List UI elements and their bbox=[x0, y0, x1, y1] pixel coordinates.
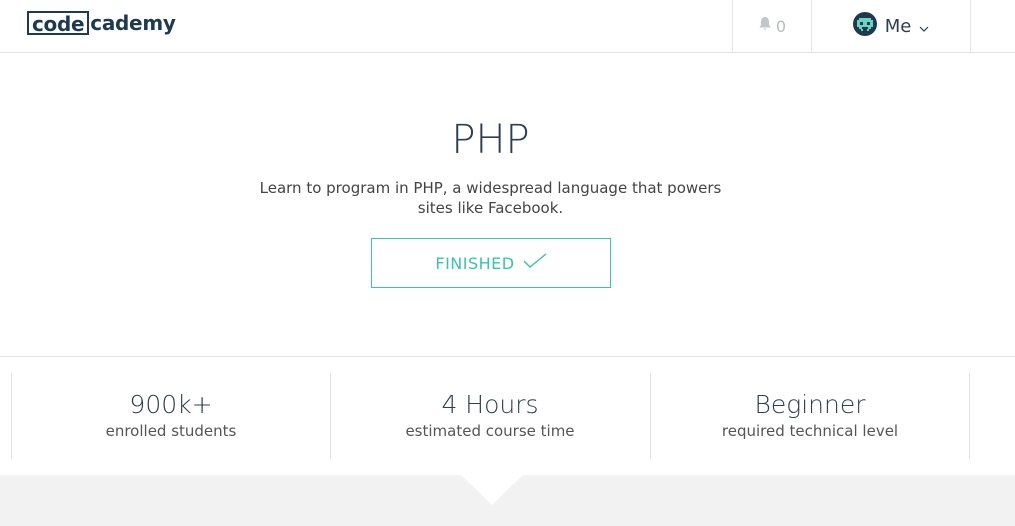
codecademy-logo[interactable]: code cademy bbox=[27, 8, 176, 38]
stat-value: Beginner bbox=[754, 390, 866, 419]
logo-text: cademy bbox=[90, 11, 176, 35]
stat-level: Beginner required technical level bbox=[651, 388, 969, 440]
notifications-count: 0 bbox=[775, 16, 787, 36]
logo-boxed-text: code bbox=[27, 11, 90, 35]
bell-icon bbox=[758, 16, 772, 36]
stat-label: estimated course time bbox=[405, 422, 575, 440]
stat-value: 4 Hours bbox=[441, 390, 539, 419]
stat-label: enrolled students bbox=[105, 422, 237, 440]
stat-value: 900k+ bbox=[129, 390, 213, 419]
checkmark-icon bbox=[523, 253, 547, 273]
stat-label: required technical level bbox=[721, 422, 899, 440]
user-menu-label: Me bbox=[884, 15, 912, 37]
stats-top-border bbox=[0, 356, 1015, 357]
top-nav-bar: code cademy 0 Me bbox=[0, 0, 1015, 53]
course-title: PHP bbox=[451, 117, 530, 163]
avatar bbox=[852, 12, 877, 40]
user-menu[interactable]: Me bbox=[812, 0, 970, 52]
header-divider bbox=[970, 0, 971, 52]
stat-enrolled: 900k+ enrolled students bbox=[12, 388, 330, 440]
course-status-button[interactable]: FINISHED bbox=[371, 238, 611, 288]
notifications-button[interactable]: 0 bbox=[733, 0, 811, 52]
section-pointer bbox=[461, 475, 523, 505]
status-label: FINISHED bbox=[435, 253, 515, 273]
stat-course-time: 4 Hours estimated course time bbox=[331, 388, 649, 440]
stat-divider bbox=[969, 373, 970, 459]
chevron-down-icon bbox=[919, 17, 929, 36]
course-description: Learn to program in PHP, a widespread la… bbox=[259, 179, 722, 217]
